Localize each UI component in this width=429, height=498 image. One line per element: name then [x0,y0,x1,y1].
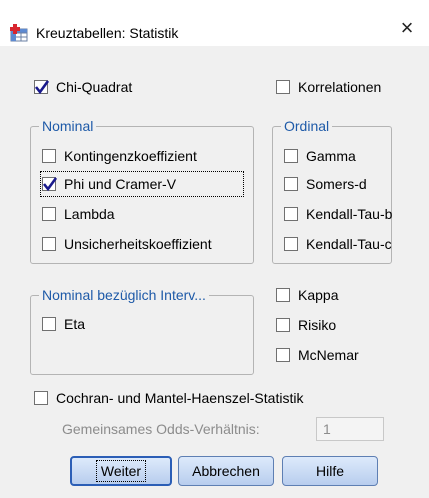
nominal-interval-group: Nominal bezüglich Interv... [30,286,254,375]
kendall-tau-b-label: Kendall-Tau-b [306,206,393,222]
gamma-checkbox[interactable] [284,149,298,163]
chi-quadrat-checkbox[interactable] [34,80,50,95]
kendall-tau-b-option[interactable]: Kendall-Tau-b [284,203,392,225]
odds-ratio-label: Gemeinsames Odds-Verhältnis: [62,421,260,437]
kendall-tau-c-option[interactable]: Kendall-Tau-c [284,233,392,255]
unsicherheitskoeffizient-option[interactable]: Unsicherheitskoeffizient [42,233,212,255]
kappa-label: Kappa [298,287,339,303]
chi-quadrat-option[interactable]: Chi-Quadrat [34,76,132,98]
mcnemar-checkbox[interactable] [276,348,290,362]
kontingenzkoeffizient-option[interactable]: Kontingenzkoeffizient [42,145,197,167]
checkmark-icon [42,177,58,192]
risiko-option[interactable]: Risiko [276,314,336,336]
kendall-tau-b-checkbox[interactable] [284,207,298,221]
lambda-label: Lambda [64,206,115,222]
continue-button-label: Weiter [95,460,147,482]
lambda-option[interactable]: Lambda [42,203,115,225]
kontingenzkoeffizient-label: Kontingenzkoeffizient [64,148,197,164]
kappa-option[interactable]: Kappa [276,284,338,306]
ordinal-group-label: Ordinal [281,117,333,135]
cancel-button-label: Abbrechen [192,463,260,479]
unsicherheitskoeffizient-checkbox[interactable] [42,237,56,251]
continue-button[interactable]: Weiter [70,456,172,486]
help-button[interactable]: Hilfe [282,456,378,486]
title-bar: Kreuztabellen: Statistik × [0,0,429,46]
gamma-label: Gamma [306,148,356,164]
somers-d-checkbox[interactable] [284,177,298,191]
phi-cramer-label: Phi und Cramer-V [64,176,177,192]
checkmark-icon [34,80,50,95]
eta-checkbox[interactable] [42,317,56,331]
cochran-mantel-haenszel-option[interactable]: Cochran- und Mantel-Haenszel-Statistik [34,387,303,409]
lambda-checkbox[interactable] [42,207,56,221]
unsicherheitskoeffizient-label: Unsicherheitskoeffizient [64,236,212,252]
nominal-interval-group-label: Nominal bezüglich Interv... [39,286,209,304]
help-button-label: Hilfe [315,463,344,479]
korrelationen-label: Korrelationen [298,79,382,95]
chi-quadrat-label: Chi-Quadrat [56,79,133,95]
kendall-tau-c-checkbox[interactable] [284,237,298,251]
cancel-button[interactable]: Abbrechen [178,456,274,486]
nominal-group-label: Nominal [39,117,97,135]
dialog-window: Kreuztabellen: Statistik × Chi-Quadrat K… [0,0,429,498]
somers-d-option[interactable]: Somers-d [284,173,367,195]
risiko-checkbox[interactable] [276,318,290,332]
close-icon[interactable]: × [385,10,429,46]
kappa-checkbox[interactable] [276,288,290,302]
korrelationen-option[interactable]: Korrelationen [276,76,381,98]
kontingenzkoeffizient-checkbox[interactable] [42,149,56,163]
korrelationen-checkbox[interactable] [276,80,290,94]
risiko-label: Risiko [298,317,337,333]
phi-cramer-checkbox[interactable] [42,177,58,192]
phi-cramer-option[interactable]: Phi und Cramer-V [40,171,244,197]
odds-ratio-input[interactable] [316,417,384,441]
kendall-tau-c-label: Kendall-Tau-c [306,236,392,252]
app-table-icon [10,23,30,43]
gamma-option[interactable]: Gamma [284,145,356,167]
mcnemar-option[interactable]: McNemar [276,344,359,366]
eta-label: Eta [64,316,86,332]
window-title: Kreuztabellen: Statistik [36,25,179,41]
cochran-mantel-haenszel-label: Cochran- und Mantel-Haenszel-Statistik [56,390,304,406]
mcnemar-label: McNemar [298,347,359,363]
cochran-mantel-haenszel-checkbox[interactable] [34,391,48,405]
somers-d-label: Somers-d [306,176,367,192]
eta-option[interactable]: Eta [42,313,85,335]
